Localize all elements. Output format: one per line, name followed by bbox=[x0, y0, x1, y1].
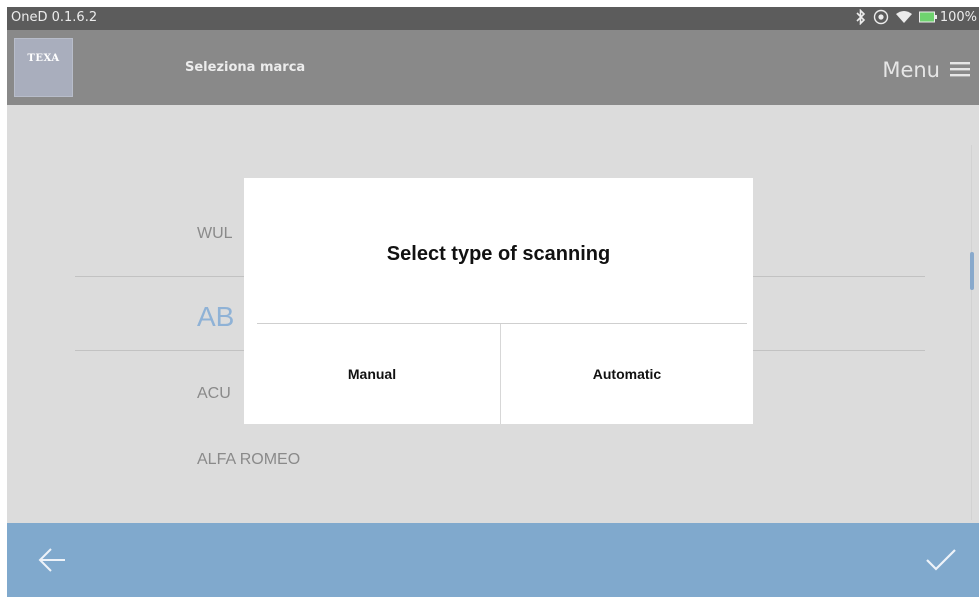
battery-status: 100% bbox=[918, 9, 977, 25]
hamburger-icon bbox=[950, 58, 970, 82]
bottom-bar bbox=[7, 523, 979, 597]
scrollbar-thumb[interactable] bbox=[970, 252, 974, 290]
battery-percent: 100% bbox=[939, 9, 977, 25]
arrow-left-icon bbox=[37, 548, 67, 577]
location-icon bbox=[873, 9, 889, 25]
status-icons: 100% bbox=[855, 9, 977, 25]
list-item[interactable]: ALFA ROMEO bbox=[197, 451, 300, 469]
wifi-icon bbox=[895, 9, 913, 25]
scroll-track bbox=[971, 145, 972, 520]
bluetooth-icon bbox=[855, 9, 867, 25]
scan-type-dialog: Select type of scanning Manual Automatic bbox=[244, 178, 753, 424]
app-header: TEXA Seleziona marca Menu bbox=[7, 30, 979, 105]
confirm-button[interactable] bbox=[925, 547, 957, 578]
menu-label: Menu bbox=[882, 58, 940, 82]
menu-button[interactable]: Menu bbox=[882, 58, 970, 82]
manual-button[interactable]: Manual bbox=[244, 324, 500, 424]
app-version: OneD 0.1.6.2 bbox=[11, 10, 98, 25]
list-item-selected[interactable]: AB bbox=[197, 301, 234, 333]
list-item[interactable]: ACU bbox=[197, 385, 231, 403]
list-item[interactable]: WUL bbox=[197, 225, 233, 243]
manual-label: Manual bbox=[347, 366, 397, 382]
checkmark-icon bbox=[925, 549, 957, 577]
automatic-label: Automatic bbox=[592, 366, 662, 382]
status-bar: OneD 0.1.6.2 100% bbox=[7, 7, 979, 30]
automatic-button[interactable]: Automatic bbox=[501, 324, 753, 424]
texa-logo: TEXA bbox=[14, 38, 73, 97]
battery-icon bbox=[918, 11, 937, 23]
page-title: Seleziona marca bbox=[185, 60, 306, 75]
back-button[interactable] bbox=[37, 547, 67, 578]
screen: OneD 0.1.6.2 100% TEXA Seleziona marca M… bbox=[0, 0, 979, 597]
dialog-title: Select type of scanning bbox=[386, 243, 611, 265]
